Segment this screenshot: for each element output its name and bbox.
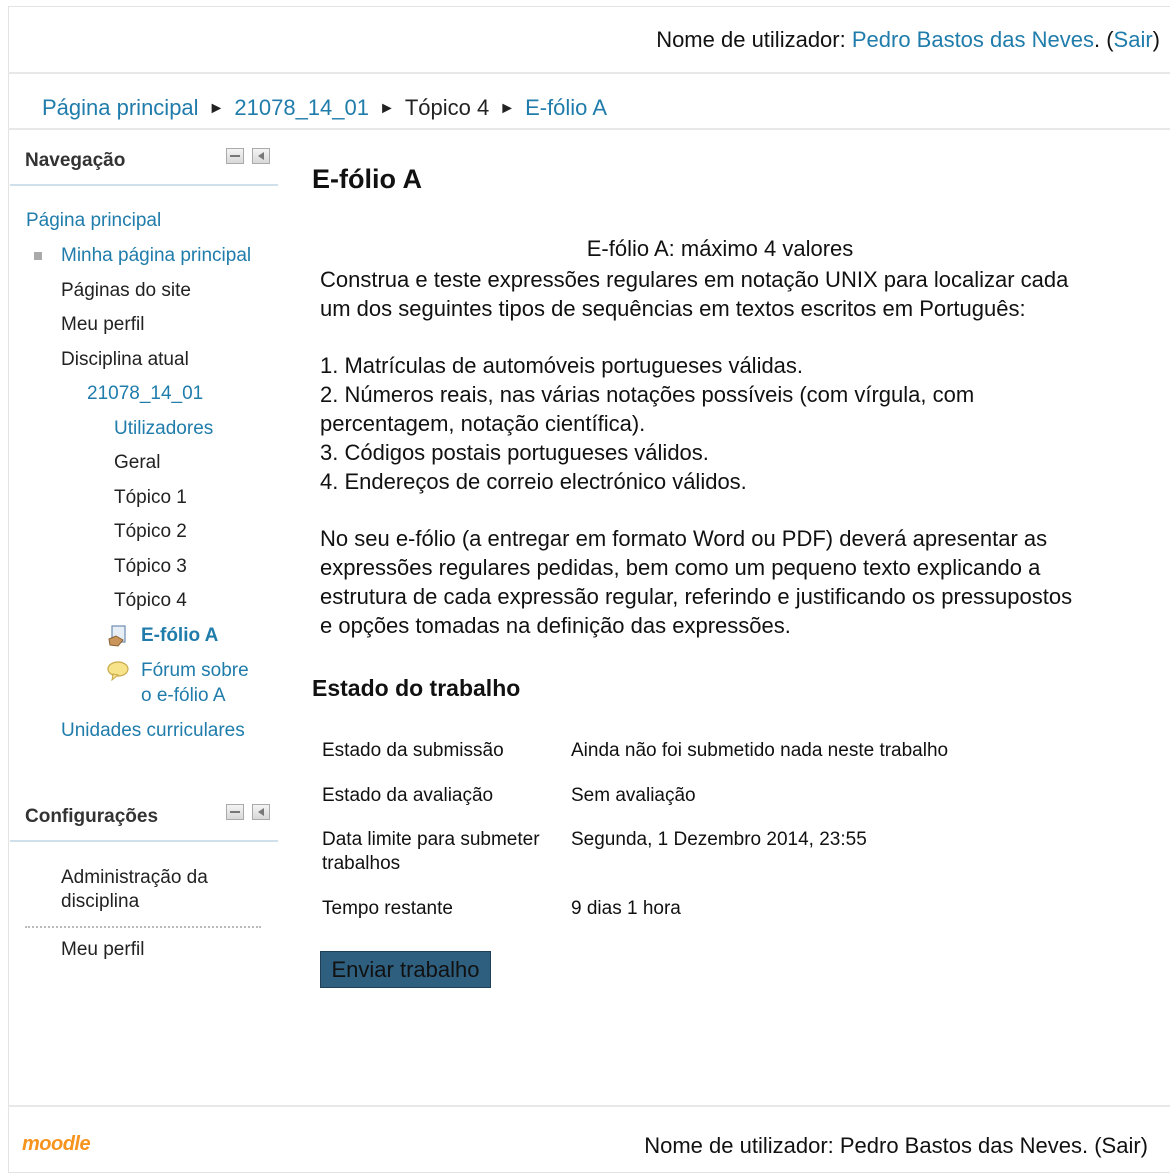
status-value-time-remaining: 9 dias 1 hora <box>571 898 681 919</box>
intro-item-3: 3. Códigos postais portugueses válidos. <box>320 440 709 465</box>
intro-item-4: 4. Endereços de correio electrónico váli… <box>320 469 747 494</box>
settings-block-title: Configurações <box>25 806 159 827</box>
nav-current-course[interactable]: Disciplina atual <box>61 349 189 371</box>
instructions-line: No seu e-fólio (a entregar em formato Wo… <box>320 526 1048 551</box>
nav-forum-link-line1[interactable]: Fórum sobre <box>141 660 249 682</box>
nav-my-profile[interactable]: Meu perfil <box>61 314 144 336</box>
instructions-line: estrutura de cada expressão regular, ref… <box>320 584 1073 609</box>
breadcrumb-home[interactable]: Página principal <box>42 95 199 120</box>
breadcrumb-efolio[interactable]: E-fólio A <box>525 95 607 120</box>
nav-course-link[interactable]: 21078_14_01 <box>87 383 203 405</box>
nav-site-pages[interactable]: Páginas do site <box>61 280 191 302</box>
login-info: Nome de utilizador: Pedro Bastos das Nev… <box>656 27 1160 53</box>
breadcrumb-course[interactable]: 21078_14_01 <box>234 95 369 120</box>
login-after-name: . ( <box>1093 27 1114 52</box>
status-label-due-date: Data limite para submeter trabalhos <box>322 829 540 874</box>
intro-line: um dos seguintes tipos de sequências em … <box>320 296 1026 321</box>
intro-item-2-line1: 2. Números reais, nas várias notações po… <box>320 382 975 407</box>
submission-status-heading: Estado do trabalho <box>312 675 521 701</box>
settings-course-admin-line1[interactable]: Administração da <box>61 867 208 889</box>
logout-link[interactable]: Sair <box>1114 27 1153 52</box>
bullet-icon <box>34 252 42 260</box>
breadcrumb-separator: ► <box>208 100 225 117</box>
nav-home-link[interactable]: Página principal <box>26 210 161 232</box>
settings-block-header: Configurações <box>10 798 278 838</box>
user-name-link[interactable]: Pedro Bastos das Neves <box>852 27 1094 52</box>
status-value-grading: Sem avaliação <box>571 785 696 806</box>
footer-login-info: Nome de utilizador: Pedro Bastos das Nev… <box>644 1133 1148 1158</box>
status-label-submission: Estado da submissão <box>322 740 504 761</box>
nav-forum-link-line2[interactable]: o e-fólio A <box>141 685 226 707</box>
instructions-line: expressões regulares pedidas, bem como u… <box>320 555 1041 580</box>
submit-assignment-button[interactable]: Enviar trabalho <box>320 951 491 988</box>
login-prefix: Nome de utilizador: <box>656 27 852 52</box>
settings-course-admin-line2[interactable]: disciplina <box>61 891 139 913</box>
intro-item-2-line2: percentagem, notação científica). <box>320 411 646 436</box>
breadcrumb-separator: ► <box>378 100 395 117</box>
nav-efolio-link[interactable]: E-fólio A <box>141 625 218 647</box>
nav-topic-1[interactable]: Tópico 1 <box>114 487 187 509</box>
page-title: E-fólio A <box>312 164 422 194</box>
nav-topic-3[interactable]: Tópico 3 <box>114 556 187 578</box>
nav-courses-link[interactable]: Unidades curriculares <box>61 720 245 742</box>
nav-general[interactable]: Geral <box>114 452 160 474</box>
intro-heading: E-fólio A: máximo 4 valores <box>586 236 854 261</box>
nav-topic-4[interactable]: Tópico 4 <box>114 590 187 612</box>
breadcrumb: Página principal ► 21078_14_01 ► Tópico 4 ► E-… <box>42 95 607 121</box>
instructions-line: e opções tomadas na definição das expres… <box>320 613 791 638</box>
status-value-due-date: Segunda, 1 Dezembro 2014, 23:55 <box>571 829 867 850</box>
dock-block-icon[interactable] <box>252 148 270 164</box>
assignment-icon <box>108 625 126 647</box>
hide-block-icon[interactable] <box>226 804 244 820</box>
dock-block-icon[interactable] <box>252 804 270 820</box>
nav-participants-link[interactable]: Utilizadores <box>114 418 213 440</box>
footer-divider <box>8 1105 1170 1107</box>
settings-divider <box>25 926 261 928</box>
intro-item-1: 1. Matrículas de automóveis portugueses … <box>320 353 804 378</box>
login-close-paren: ) <box>1152 27 1160 52</box>
status-value-submission: Ainda não foi submetido nada neste traba… <box>571 740 949 761</box>
status-label-grading: Estado da avaliação <box>322 785 494 806</box>
settings-block-underline <box>10 840 278 842</box>
status-label-time-remaining: Tempo restante <box>322 898 453 919</box>
navigation-block-title: Navegação <box>25 150 126 171</box>
nav-topic-2[interactable]: Tópico 2 <box>114 521 187 543</box>
navigation-block-underline <box>10 184 278 186</box>
moodle-logo[interactable]: moodle <box>22 1133 91 1156</box>
breadcrumb-separator: ► <box>499 100 516 117</box>
forum-icon <box>107 661 129 681</box>
hide-block-icon[interactable] <box>226 148 244 164</box>
intro-line: Construa e teste expressões regulares em… <box>320 267 1069 292</box>
breadcrumb-divider <box>8 128 1170 130</box>
settings-my-profile[interactable]: Meu perfil <box>61 939 144 961</box>
navigation-block-header: Navegação <box>10 142 278 182</box>
breadcrumb-topic: Tópico 4 <box>404 95 490 120</box>
nav-my-home-link[interactable]: Minha página principal <box>61 245 251 267</box>
